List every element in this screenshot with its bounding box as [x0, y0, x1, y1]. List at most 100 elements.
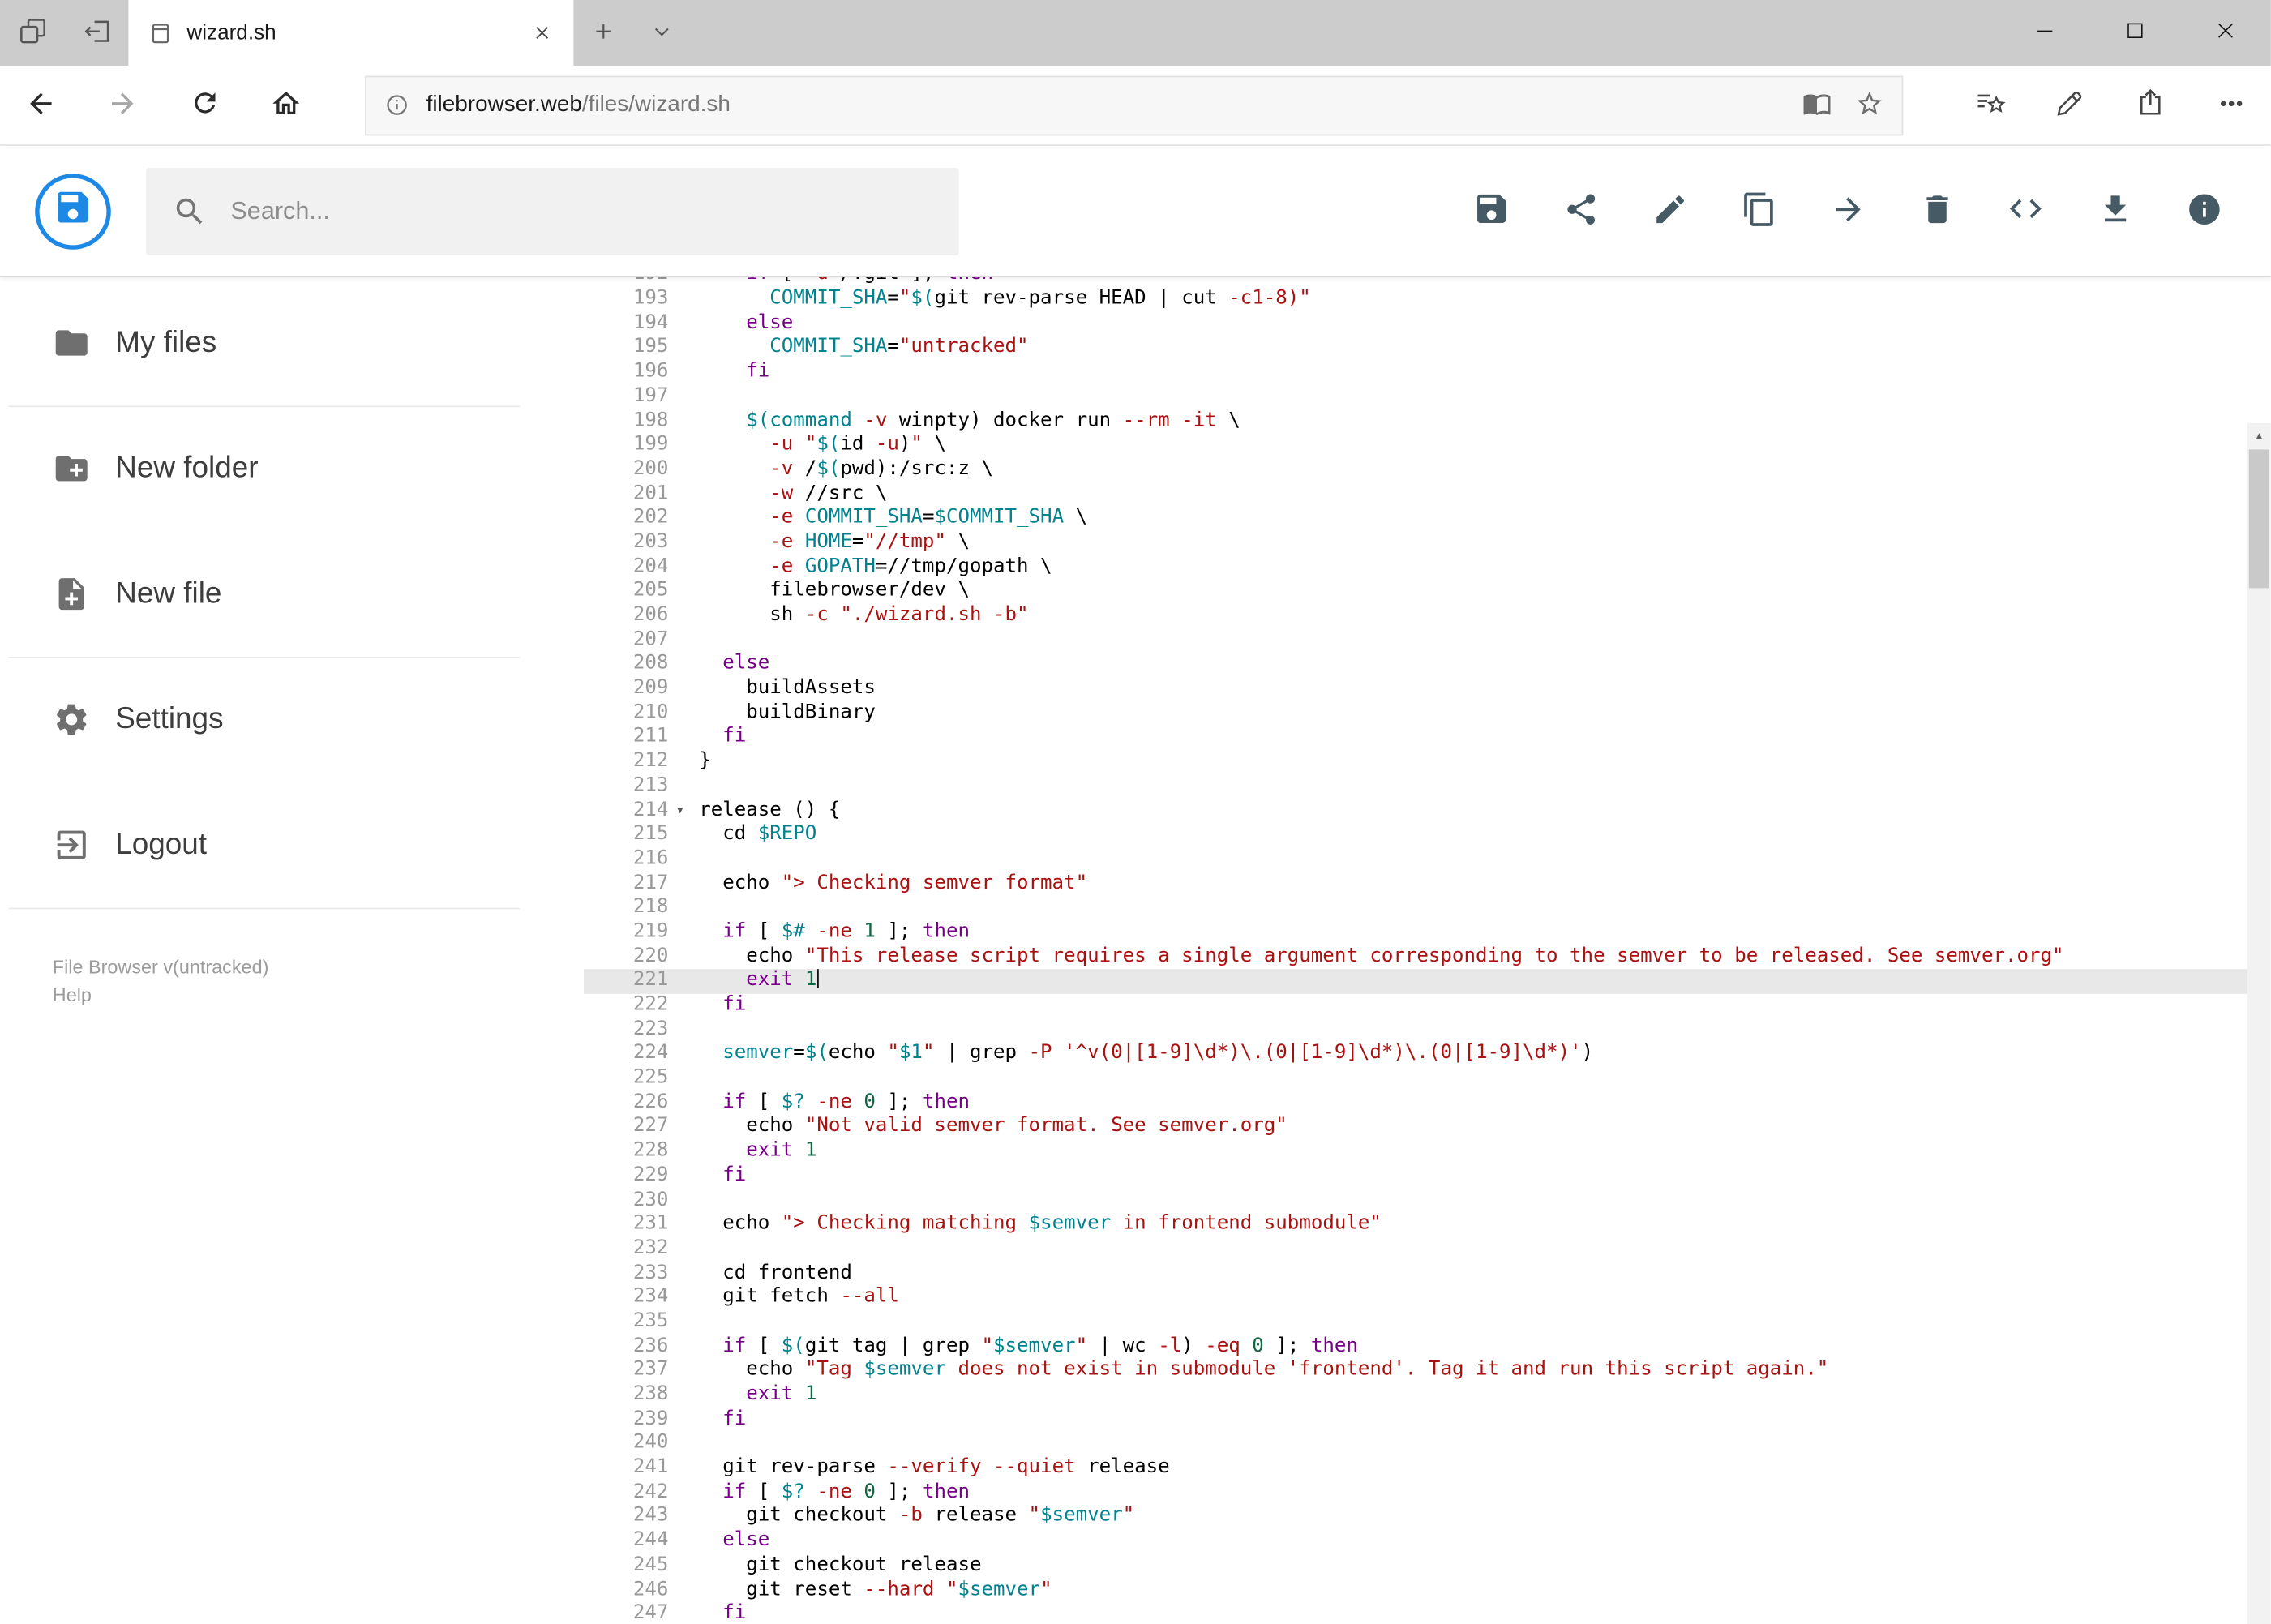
tabs-preview-button[interactable] — [0, 0, 64, 66]
code-line[interactable]: 228 exit 1 — [584, 1140, 2247, 1164]
code-line[interactable]: 201 -w //src \ — [584, 482, 2247, 507]
code-line[interactable]: 204 -e GOPATH=//tmp/gopath \ — [584, 555, 2247, 580]
scrollbar-thumb[interactable] — [2248, 449, 2269, 589]
code-line[interactable]: 213 — [584, 775, 2247, 799]
code-line[interactable]: 240 — [584, 1433, 2247, 1457]
code-line[interactable]: 225 — [584, 1067, 2247, 1091]
site-info-icon[interactable] — [383, 92, 409, 118]
code-line[interactable]: 217 echo "> Checking semver format" — [584, 872, 2247, 897]
set-tabs-aside-button[interactable] — [64, 0, 128, 66]
code-line[interactable]: 207 — [584, 628, 2247, 653]
code-line[interactable]: 231 echo "> Checking matching $semver in… — [584, 1213, 2247, 1237]
search-box[interactable] — [146, 167, 959, 255]
new-tab-button[interactable] — [573, 0, 632, 66]
reading-view-button[interactable] — [1791, 79, 1844, 131]
maximize-button[interactable] — [2090, 0, 2181, 66]
browser-tab[interactable]: wizard.sh — [128, 0, 574, 66]
share-button[interactable] — [1545, 176, 1615, 246]
help-link[interactable]: Help — [53, 981, 584, 1009]
code-line[interactable]: 218 — [584, 897, 2247, 921]
code-line[interactable]: 238 exit 1 — [584, 1383, 2247, 1408]
code-line[interactable]: 198 $(command -v winpty) docker run --rm… — [584, 409, 2247, 434]
scroll-up-arrow-icon[interactable]: ▲ — [2247, 425, 2271, 447]
code-line[interactable]: 205 filebrowser/dev \ — [584, 580, 2247, 604]
code-line[interactable]: 215 cd $REPO — [584, 824, 2247, 848]
code-line[interactable]: 229 fi — [584, 1164, 2247, 1189]
code-line[interactable]: 195 COMMIT_SHA="untracked" — [584, 336, 2247, 361]
code-line[interactable]: 244 else — [584, 1530, 2247, 1554]
code-line[interactable]: 214 ▾ release () { — [584, 799, 2247, 824]
app-logo[interactable] — [35, 173, 111, 249]
hub-button[interactable] — [1950, 66, 2030, 144]
code-line[interactable]: 245 git checkout release — [584, 1554, 2247, 1579]
refresh-button[interactable] — [164, 66, 246, 144]
tab-close-icon[interactable] — [521, 12, 562, 53]
code-line[interactable]: 242 if [ $? -ne 0 ]; then — [584, 1481, 2247, 1506]
sidebar-item-my-files[interactable]: My files — [0, 281, 584, 405]
sidebar-item-new-file[interactable]: New file — [0, 531, 584, 656]
code-line[interactable]: 223 — [584, 1018, 2247, 1043]
code-line[interactable]: 230 — [584, 1189, 2247, 1213]
close-button[interactable] — [2180, 0, 2271, 66]
page-scrollbar[interactable]: ▲ ▼ — [2247, 423, 2271, 1624]
code-line[interactable]: 233 cd frontend — [584, 1262, 2247, 1286]
code-line[interactable]: 247 fi — [584, 1603, 2247, 1624]
download-button[interactable] — [2080, 176, 2149, 246]
sidebar-item-logout[interactable]: Logout — [0, 782, 584, 907]
code-line[interactable]: 222 fi — [584, 994, 2247, 1018]
raw-code-button[interactable] — [1990, 176, 2060, 246]
code-line[interactable]: 194 else — [584, 312, 2247, 336]
code-line[interactable]: 206 sh -c "./wizard.sh -b" — [584, 604, 2247, 628]
fold-arrow-icon[interactable]: ▾ — [668, 799, 692, 824]
code-line[interactable]: 209 buildAssets — [584, 677, 2247, 701]
code-line[interactable]: 235 — [584, 1310, 2247, 1335]
browser-menu-button[interactable] — [2191, 66, 2271, 144]
code-line[interactable]: 237 echo "Tag $semver does not exist in … — [584, 1359, 2247, 1383]
code-line[interactable]: 196 fi — [584, 361, 2247, 385]
code-line[interactable]: 219 if [ $# -ne 1 ]; then — [584, 921, 2247, 945]
code-line[interactable]: 202 -e COMMIT_SHA=$COMMIT_SHA \ — [584, 507, 2247, 531]
forward-button[interactable] — [82, 66, 164, 144]
code-line[interactable]: 208 else — [584, 653, 2247, 677]
code-line[interactable]: 210 buildBinary — [584, 701, 2247, 726]
info-button[interactable] — [2169, 176, 2239, 246]
code-line[interactable]: 199 -u "$(id -u)" \ — [584, 434, 2247, 458]
code-line[interactable]: 241 git rev-parse --verify --quiet relea… — [584, 1457, 2247, 1481]
code-line[interactable]: 197 — [584, 385, 2247, 409]
delete-button[interactable] — [1901, 176, 1971, 246]
code-line[interactable]: 224 semver=$(echo "$1" | grep -P '^v(0|[… — [584, 1043, 2247, 1067]
share-page-button[interactable] — [2110, 66, 2191, 144]
code-line[interactable]: 212} — [584, 750, 2247, 774]
web-note-button[interactable] — [2030, 66, 2110, 144]
code-line[interactable]: 236 if [ $(git tag | grep "$semver" | wc… — [584, 1335, 2247, 1359]
code-line[interactable]: 221 exit 1 — [584, 969, 2247, 994]
code-line[interactable]: 203 -e HOME="//tmp" \ — [584, 531, 2247, 555]
code-line[interactable]: 216 — [584, 848, 2247, 872]
code-line[interactable]: 234 git fetch --all — [584, 1286, 2247, 1310]
code-line[interactable]: 226 if [ $? -ne 0 ]; then — [584, 1091, 2247, 1116]
minimize-button[interactable] — [1999, 0, 2090, 66]
code-line[interactable]: 246 git reset --hard "$semver" — [584, 1579, 2247, 1603]
address-bar[interactable]: filebrowser.web/files/wizard.sh — [365, 75, 1904, 135]
search-input[interactable] — [227, 195, 959, 227]
sidebar-item-settings[interactable]: Settings — [0, 658, 584, 782]
sidebar-item-new-folder[interactable]: New folder — [0, 406, 584, 531]
home-button[interactable] — [245, 66, 327, 144]
save-button[interactable] — [1456, 176, 1526, 246]
code-line[interactable]: 232 — [584, 1237, 2247, 1262]
code-line[interactable]: 211 fi — [584, 726, 2247, 750]
code-line[interactable]: 192 if [ -d /.git ]; then — [584, 277, 2247, 288]
move-button[interactable] — [1813, 176, 1883, 246]
code-line[interactable]: 239 fi — [584, 1408, 2247, 1432]
tab-preview-toggle-button[interactable] — [632, 0, 690, 66]
copy-button[interactable] — [1724, 176, 1793, 246]
favorite-star-button[interactable] — [1843, 79, 1896, 131]
rename-button[interactable] — [1635, 176, 1704, 246]
code-line[interactable]: 200 -v /$(pwd):/src:z \ — [584, 458, 2247, 482]
code-line[interactable]: 227 echo "Not valid semver format. See s… — [584, 1116, 2247, 1140]
back-button[interactable] — [0, 66, 82, 144]
code-editor[interactable]: 192 if [ -d /.git ]; then193 COMMIT_SHA=… — [584, 277, 2271, 1624]
code-line[interactable]: 243 git checkout -b release "$semver" — [584, 1506, 2247, 1530]
code-line[interactable]: 193 COMMIT_SHA="$(git rev-parse HEAD | c… — [584, 288, 2247, 312]
code-line[interactable]: 220 echo "This release script requires a… — [584, 945, 2247, 970]
